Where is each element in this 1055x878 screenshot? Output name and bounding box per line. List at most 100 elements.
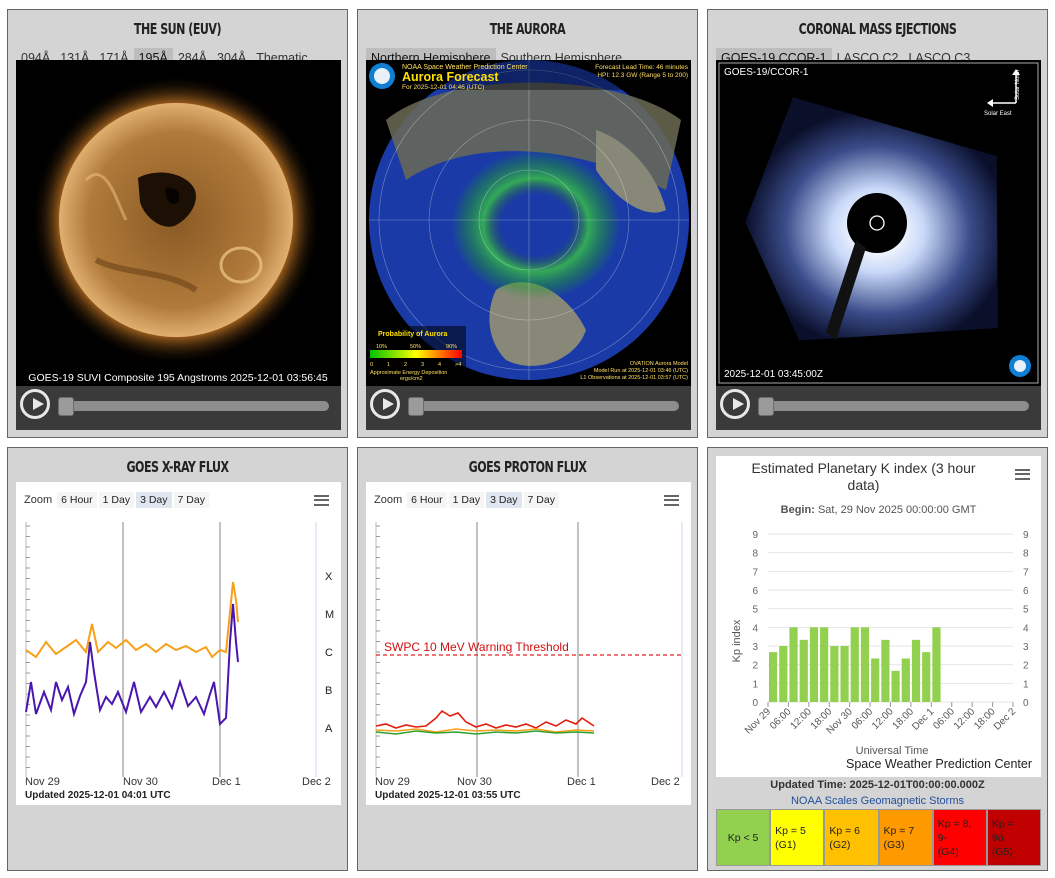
aurora-legend-pct: 50% — [410, 344, 421, 350]
aurora-scale-label: 2 — [404, 362, 407, 368]
aurora-animation-player — [366, 386, 691, 430]
kp-legend-text: Kp = 7 — [883, 824, 915, 837]
aurora-scale-label: >4 — [455, 362, 461, 368]
kp-y-tick-right: 8 — [1023, 549, 1029, 560]
kp-x-tick: 12:00 — [952, 706, 978, 732]
proton-x-tick: Nov 29 — [375, 776, 410, 787]
noaa-scales-link[interactable]: NOAA Scales Geomagnetic Storms — [708, 795, 1047, 807]
aurora-model-line: L1 Observations at 2025-12-01 03:57 (UTC… — [580, 375, 688, 381]
kp-bar[interactable] — [891, 670, 900, 702]
kp-bar[interactable] — [922, 652, 931, 702]
kp-bar[interactable] — [830, 646, 839, 702]
aurora-legend-pct: 90% — [446, 344, 457, 350]
kp-legend-cell: Kp = 6 (G2) — [824, 809, 879, 866]
kp-bar[interactable] — [840, 646, 849, 702]
kp-y-tick-left: 5 — [752, 605, 758, 616]
sun-slider-handle[interactable] — [58, 397, 74, 416]
cme-coronagraph-image[interactable]: GOES-19/CCOR-1 2025-12-01 03:45:00Z Sola… — [716, 60, 1041, 386]
proton-high-energy-line — [375, 709, 595, 729]
kp-bar[interactable] — [789, 627, 798, 702]
proton-chart: Zoom 6 Hour 1 Day 3 Day 7 Day SWPC 10 MeV Wa… — [366, 482, 691, 805]
sun-play-button-icon[interactable] — [20, 389, 50, 419]
kp-bar[interactable] — [809, 627, 819, 702]
kp-y-tick-left: 0 — [752, 698, 758, 709]
kp-y-tick-right: 7 — [1023, 567, 1029, 578]
kp-y-tick-left: 2 — [752, 661, 758, 672]
xray-panel-title: GOES X-RAY FLUX — [126, 458, 229, 476]
xray-short-wave-line — [25, 603, 239, 727]
kp-y-tick-left: 1 — [752, 679, 758, 690]
xray-x-tick: Nov 29 — [25, 776, 60, 787]
kp-x-tick: 06:00 — [768, 706, 794, 732]
cme-slider-handle[interactable] — [758, 397, 774, 416]
aurora-model-line: OVATION Aurora Model — [630, 361, 688, 367]
kp-bar[interactable] — [932, 627, 941, 702]
kp-bar[interactable] — [820, 627, 829, 702]
cme-panel: CORONAL MASS EJECTIONS GOES-19 CCOR-1 LAS… — [707, 9, 1048, 438]
kp-legend-text: Kp = 8, 9- — [937, 817, 972, 844]
kp-legend-text: Kp < 5 — [727, 831, 759, 844]
kp-x-tick: Dec 2 — [992, 706, 1019, 733]
aurora-scale-label: 3 — [421, 362, 424, 368]
sun-timeline-slider[interactable] — [62, 401, 329, 411]
aurora-map: NOAA Space Weather Prediction Center Aur… — [366, 60, 691, 382]
kp-y-tick-right: 9 — [1023, 530, 1029, 541]
xray-flare-class-label: A — [325, 723, 333, 735]
cme-animation-player — [716, 386, 1041, 430]
xray-x-tick: Dec 2 — [302, 776, 331, 787]
kp-legend-cell: Kp = 9o (G5) — [986, 809, 1042, 866]
aurora-legend-bar — [370, 350, 462, 358]
aurora-hpi: HPI: 12.3 GW (Range 5 to 200) — [597, 72, 688, 79]
kp-x-axis-label: Universal Time — [856, 745, 929, 757]
kp-legend-cell: Kp = 7 (G3) — [878, 809, 933, 866]
kp-bar[interactable] — [911, 639, 921, 702]
aurora-play-button-icon[interactable] — [370, 389, 400, 419]
kp-x-tick: 12:00 — [788, 706, 814, 732]
kp-bar[interactable] — [860, 627, 870, 702]
kp-legend-text: Kp = 6 — [829, 824, 860, 837]
proton-panel: GOES PROTON FLUX Zoom 6 Hour 1 Day 3 Day 7 D… — [357, 447, 698, 871]
kp-x-tick: Dec 1 — [910, 706, 937, 733]
kp-bar[interactable] — [799, 639, 808, 702]
kp-y-tick-right: 5 — [1023, 605, 1029, 616]
kp-y-tick-right: 6 — [1023, 586, 1029, 597]
kp-legend-text: (G2) — [829, 838, 851, 851]
sun-panel-title: THE SUN (EUV) — [133, 20, 222, 38]
kp-plot: Kp index Universal Time Space Weather Pr… — [731, 530, 1032, 771]
cme-play-button-icon[interactable] — [720, 389, 750, 419]
proton-x-tick: Nov 30 — [457, 776, 492, 787]
kp-x-tick: 12:00 — [870, 706, 896, 732]
kp-legend-cell: Kp < 5 — [716, 809, 771, 866]
xray-flare-class-label: C — [325, 647, 333, 659]
aurora-slider-handle[interactable] — [408, 397, 424, 416]
kp-bar[interactable] — [850, 627, 859, 702]
aurora-timeline-slider[interactable] — [412, 401, 679, 411]
aurora-model-line: Model Run at 2025-12-01 03:46 (UTC) — [594, 368, 688, 374]
kp-bar[interactable] — [769, 652, 778, 702]
aurora-scale-label: 0 — [370, 362, 373, 368]
aurora-scale-label: 1 — [387, 362, 390, 368]
aurora-legend-units: ergs/cm2 — [400, 376, 423, 382]
kp-chart: Estimated Planetary K index (3 hour data… — [716, 456, 1041, 777]
xray-x-tick: Dec 1 — [212, 776, 241, 787]
kp-bar[interactable] — [881, 639, 890, 702]
kp-bar[interactable] — [901, 658, 910, 702]
kp-y-tick-right: 1 — [1023, 679, 1029, 690]
kp-y-axis-label: Kp index — [731, 619, 743, 662]
xray-long-wave-line — [25, 581, 239, 659]
kp-updated-time: Updated Time: 2025-12-01T00:00:00.000Z — [770, 779, 985, 791]
kp-bar[interactable] — [779, 646, 788, 702]
cme-timeline-slider[interactable] — [762, 401, 1029, 411]
proton-x-tick: Dec 2 — [651, 776, 680, 787]
kp-x-tick: 06:00 — [931, 706, 957, 732]
aurora-forecast-image[interactable]: NOAA Space Weather Prediction Center Aur… — [366, 60, 691, 386]
sun-image[interactable]: GOES-19 SUVI Composite 195 Angstroms 202… — [16, 60, 341, 386]
kp-y-tick-left: 3 — [752, 642, 758, 653]
proton-plot: SWPC 10 MeV Warning Threshold Nov 29 Nov … — [375, 522, 683, 787]
aurora-for-date: For 2025-12-01 04:46 (UTC) — [402, 84, 484, 91]
aurora-lead-time: Forecast Lead Time: 46 minutes — [595, 64, 689, 71]
xray-x-tick: Nov 30 — [123, 776, 158, 787]
kp-bar[interactable] — [871, 658, 880, 702]
kp-legend-text: Kp = 5 — [775, 824, 806, 837]
aurora-panel: THE AURORA Northern Hemisphere Southern H… — [357, 9, 698, 438]
